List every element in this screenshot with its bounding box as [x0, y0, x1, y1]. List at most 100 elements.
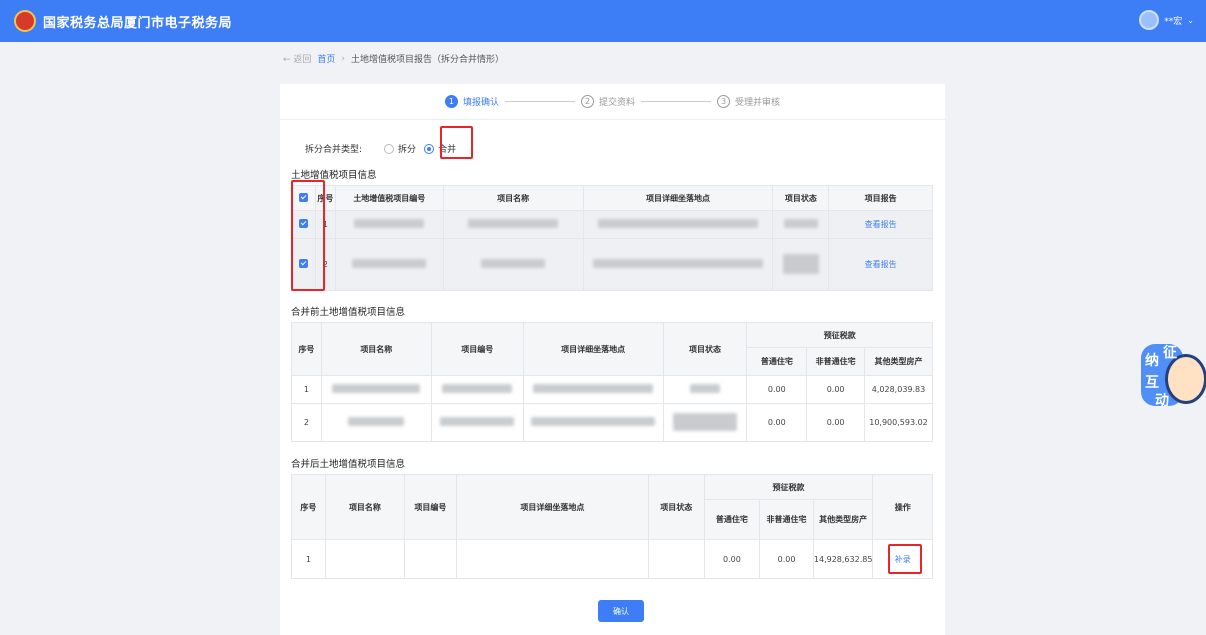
ordinary-residence: 0.00 — [746, 403, 808, 442]
user-menu[interactable]: **宏 ⌄ — [1139, 10, 1194, 30]
col-header: 项目详细坐落地点 — [455, 474, 650, 540]
step-submit-materials: 2 提交资料 — [580, 95, 635, 108]
site-title[interactable]: 国家税务总局厦门市电子税务局 — [43, 12, 232, 31]
project-address[interactable] — [455, 539, 650, 579]
radio-dot[interactable] — [424, 143, 435, 154]
step-number: 2 — [580, 95, 594, 108]
avatar[interactable] — [1139, 10, 1160, 30]
project-code — [430, 375, 524, 404]
col-header: 项目报告 — [828, 185, 933, 211]
step-label: 提交资料 — [598, 98, 635, 108]
project-status — [662, 403, 748, 442]
row-no: 2 — [291, 403, 322, 442]
breadcrumb-separator: › — [341, 53, 346, 64]
col-header: 非普通住宅 — [759, 499, 814, 540]
link-text[interactable]: 查看报告 — [865, 260, 897, 269]
non-ordinary-residence: 0.00 — [759, 539, 814, 579]
ordinary-residence: 0.00 — [703, 539, 761, 579]
user-name[interactable]: **宏 — [1164, 14, 1182, 27]
step-number: 3 — [717, 95, 730, 108]
non-ordinary-residence: 0.00 — [806, 403, 865, 442]
tax-emblem-icon — [14, 10, 36, 32]
before-merge-table: 序号 项目名称 项目编号 项目详细坐落地点 项目状态 预征税款 普通住宅 非普通… — [291, 322, 933, 442]
highlight-box — [440, 126, 473, 159]
col-header: 项目状态 — [648, 474, 705, 540]
other-property: 14,928,632.85 — [812, 539, 874, 579]
step-indicator: 1 填报确认 2 提交资料 3 受理并审核 — [280, 84, 945, 120]
step-divider — [641, 101, 711, 102]
view-report-link[interactable]: 查看报告 — [828, 238, 933, 291]
project-code — [334, 210, 444, 239]
table-row: 2 0.00 0.00 10,900,593.02 — [291, 403, 933, 442]
col-header: 序号 — [291, 474, 326, 540]
merge-type-row: 拆分合并类型: 拆分 合并 — [305, 142, 456, 155]
confirm-button[interactable]: 确认 — [598, 600, 644, 622]
col-header: 项目名称 — [320, 322, 432, 376]
project-status — [662, 375, 748, 404]
row-no: 1 — [291, 375, 322, 404]
breadcrumb: ← 返回 首页 › 土地增值税项目报告（拆分合并情形） — [283, 52, 505, 66]
project-name — [442, 210, 584, 239]
ordinary-residence: 0.00 — [746, 375, 808, 404]
col-header: 项目状态 — [662, 322, 748, 376]
back-link[interactable]: ← 返回 — [283, 52, 311, 65]
radio-label[interactable]: 拆分 — [398, 142, 416, 155]
table-row[interactable]: 2 查看报告 — [291, 238, 933, 291]
col-header: 序号 — [291, 322, 322, 376]
col-header: 普通住宅 — [703, 499, 761, 540]
col-header: 项目编号 — [404, 474, 457, 540]
col-header: 项目详细坐落地点 — [522, 322, 664, 376]
project-code — [334, 238, 444, 291]
breadcrumb-home[interactable]: 首页 — [317, 52, 335, 65]
radio-dot[interactable] — [384, 143, 395, 154]
top-bar: 国家税务总局厦门市电子税务局 **宏 ⌄ — [0, 0, 1206, 42]
col-header: 项目状态 — [772, 185, 830, 211]
step-review: 3 受理并审核 — [717, 95, 780, 108]
project-address — [582, 238, 774, 291]
other-property: 4,028,039.83 — [864, 375, 933, 404]
project-code[interactable] — [404, 539, 457, 579]
step-label: 受理并审核 — [735, 98, 781, 108]
step-divider — [504, 101, 575, 102]
project-name — [320, 403, 432, 442]
chevron-down-icon[interactable]: ⌄ — [1187, 16, 1194, 25]
before-merge-title: 合并前土地增值税项目信息 — [291, 307, 406, 318]
project-name[interactable] — [324, 539, 406, 579]
col-header: 操作 — [872, 474, 933, 540]
step-fill-confirm: 1 填报确认 — [444, 95, 499, 108]
merge-type-label: 拆分合并类型: — [305, 145, 363, 155]
col-header-group: 预征税款 — [746, 322, 933, 348]
breadcrumb-current: 土地增值税项目报告（拆分合并情形） — [351, 55, 505, 65]
main-panel: 1 填报确认 2 提交资料 3 受理并审核 拆分合并类型: 拆分 合并 土地增值… — [280, 84, 945, 635]
radio-split[interactable]: 拆分 — [384, 142, 416, 155]
project-info-title: 土地增值税项目信息 — [291, 170, 377, 181]
col-header: 项目详细坐落地点 — [582, 185, 774, 211]
table-row: 1 0.00 0.00 14,928,632.85 补录 — [291, 539, 933, 579]
project-address — [582, 210, 774, 239]
project-code — [430, 403, 524, 442]
col-header: 其他类型房产 — [812, 499, 874, 540]
mascot-text[interactable]: 动 — [1155, 390, 1169, 410]
link-text[interactable]: 查看报告 — [865, 220, 897, 229]
col-header: 项目名称 — [442, 185, 584, 211]
view-report-link[interactable]: 查看报告 — [828, 210, 933, 239]
project-name — [442, 238, 584, 291]
project-table: 序号 土地增值税项目编号 项目名称 项目详细坐落地点 项目状态 项目报告 1 查… — [291, 185, 933, 291]
non-ordinary-residence: 0.00 — [806, 375, 865, 404]
table-row[interactable]: 1 查看报告 — [291, 210, 933, 239]
after-merge-table: 序号 项目名称 项目编号 项目详细坐落地点 项目状态 预征税款 操作 普通住宅 … — [291, 474, 933, 579]
mascot-text[interactable]: 征 — [1163, 342, 1177, 362]
mascot-text[interactable]: 互 — [1145, 372, 1159, 392]
project-name — [320, 375, 432, 404]
project-status — [772, 210, 830, 239]
project-status — [648, 539, 705, 579]
mascot-text[interactable]: 纳 — [1145, 350, 1159, 370]
step-number: 1 — [444, 95, 458, 108]
project-address — [522, 375, 664, 404]
project-status — [772, 238, 830, 291]
row-no: 1 — [291, 539, 326, 579]
step-label: 填报确认 — [462, 98, 499, 108]
col-header: 项目编号 — [430, 322, 524, 376]
mascot-widget[interactable]: 纳 征 互 动 — [1141, 342, 1206, 414]
col-header: 普通住宅 — [746, 347, 808, 376]
